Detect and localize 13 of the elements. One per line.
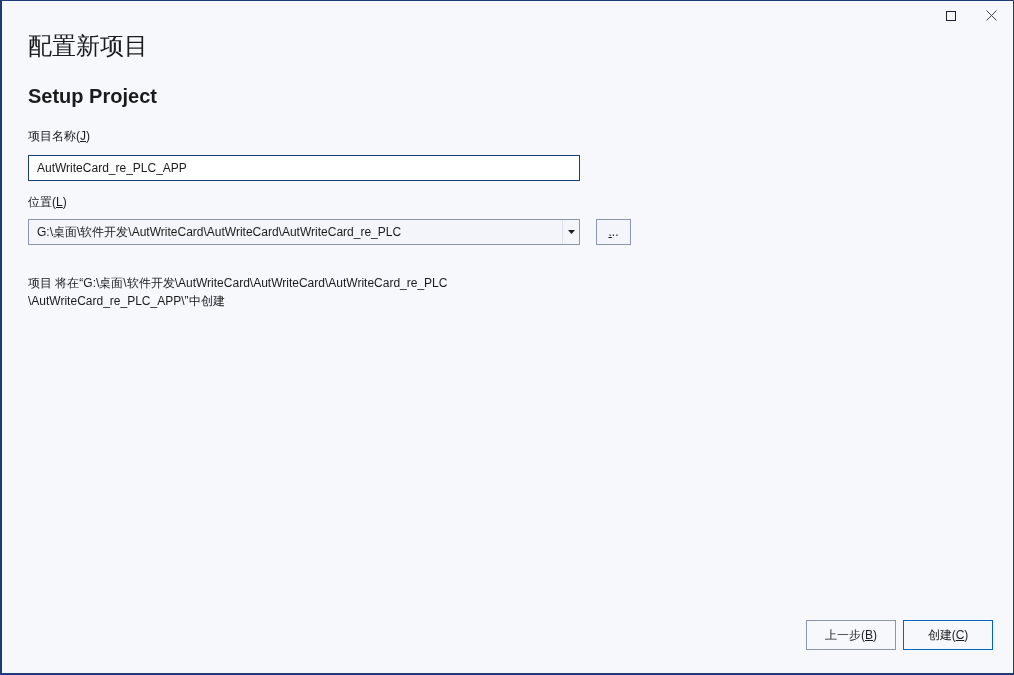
field-label: 项目名称(J) <box>28 128 90 144</box>
dialog-subtitle: Setup Project <box>28 84 157 109</box>
back-button[interactable]: 上一步(B) <box>806 620 896 650</box>
browse-button[interactable]: ... <box>596 219 631 245</box>
info-text: 项目 将在“G:\桌面\软件开发\AutWriteCard\AutWriteCard\AutWriteCard_re_PLC \AutWriteCard_re_PLC_APP\”中创建 <box>28 275 448 310</box>
close-icon <box>985 10 997 21</box>
project-name-input[interactable]: AutWriteCard_re_PLC_APP <box>28 155 580 181</box>
maximize-icon <box>946 10 956 21</box>
caret-down-icon <box>567 230 575 234</box>
location-combobox[interactable]: G:\桌面\软件开发\AutWriteCard\AutWriteCard\AutWriteCard_re_PLC <box>28 219 580 245</box>
create-button[interactable]: 创建(C) <box>903 620 993 650</box>
field-label: 位置(L) <box>28 194 67 210</box>
dialog-title: 配置新项目 <box>28 31 148 61</box>
